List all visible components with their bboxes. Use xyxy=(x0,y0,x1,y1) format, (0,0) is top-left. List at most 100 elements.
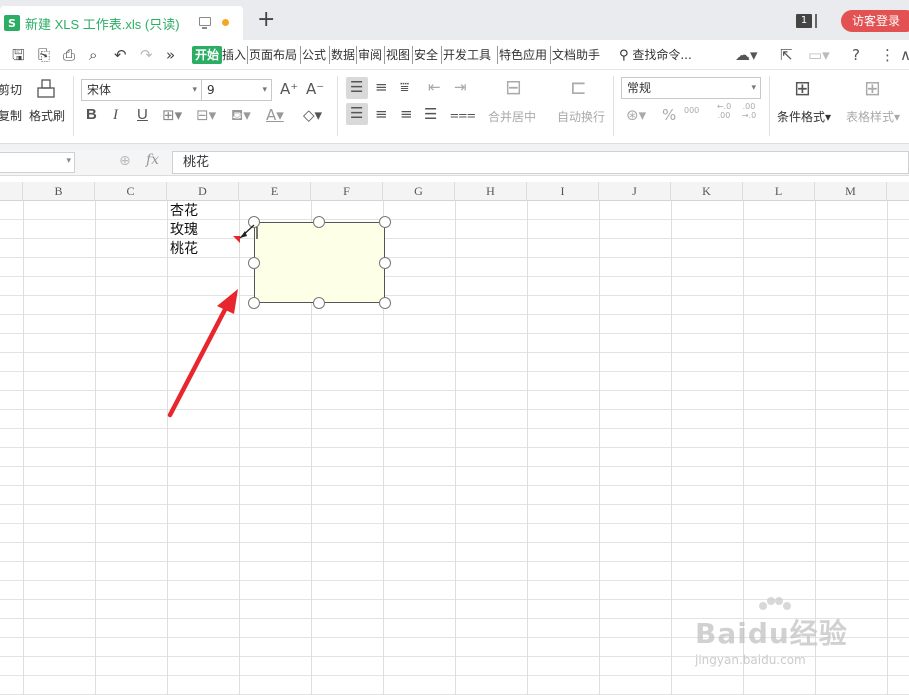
name-box[interactable]: ▾ xyxy=(0,152,75,173)
copy-button[interactable]: 复制 xyxy=(0,108,22,124)
window-list-icon[interactable] xyxy=(815,14,817,28)
tab-data[interactable]: 数据 xyxy=(329,46,355,64)
resize-handle[interactable] xyxy=(313,297,325,309)
export-pdf-icon[interactable]: ⎘ xyxy=(38,46,50,64)
font-size-select[interactable]: 9 ▾ xyxy=(201,79,272,101)
column-header-g[interactable]: G xyxy=(383,182,455,201)
merge-center-icon[interactable]: ⊟ xyxy=(505,77,522,97)
zoom-icon[interactable]: ⊕ xyxy=(119,153,131,169)
bold-button[interactable]: B xyxy=(86,106,97,124)
formula-input[interactable]: 桃花 xyxy=(172,151,909,174)
decrease-indent-icon[interactable]: ⇤ xyxy=(428,78,441,96)
redo-icon[interactable]: ↷ xyxy=(140,46,153,64)
save-icon[interactable]: 🖫 xyxy=(12,46,25,64)
currency-icon[interactable]: ⊛▾ xyxy=(626,106,646,124)
align-center-icon[interactable]: ≡ xyxy=(375,105,388,123)
visitor-login-button[interactable]: 访客登录 xyxy=(841,10,909,32)
format-painter-icon[interactable] xyxy=(36,78,56,100)
comment-box[interactable] xyxy=(254,222,385,303)
collapse-ribbon-icon[interactable]: ∧ xyxy=(900,45,909,65)
align-left-button[interactable]: ☰ xyxy=(346,103,368,125)
monitor-icon[interactable] xyxy=(199,17,211,29)
borders-icon[interactable]: ⊞▾ xyxy=(162,106,182,124)
column-header-e[interactable]: E xyxy=(239,182,311,201)
cell-d2[interactable]: 玫瑰 xyxy=(170,221,198,240)
clear-format-icon[interactable]: ◇▾ xyxy=(303,106,322,124)
table-style-button[interactable]: 表格样式▾ xyxy=(846,109,900,125)
cut-button[interactable]: 剪切 xyxy=(0,82,22,98)
column-header-m[interactable]: M xyxy=(815,182,887,201)
tab-home[interactable]: 开始 xyxy=(192,46,223,64)
column-header-k[interactable]: K xyxy=(671,182,743,201)
cell-d3[interactable]: 桃花 xyxy=(170,240,198,259)
tab-developer[interactable]: 开发工具 xyxy=(441,46,491,64)
underline-button[interactable]: U xyxy=(137,106,148,124)
italic-button[interactable]: I xyxy=(113,106,118,124)
table-style-icon[interactable]: ⊞ xyxy=(864,78,881,98)
increase-indent-icon[interactable]: ⇥ xyxy=(454,78,467,96)
distributed-align-icon[interactable]: ⩶ xyxy=(450,105,476,123)
cell-d1[interactable]: 杏花 xyxy=(170,202,198,221)
column-header-l[interactable]: L xyxy=(743,182,815,201)
resize-handle[interactable] xyxy=(248,297,260,309)
wrap-text-button[interactable]: 自动换行 xyxy=(557,109,605,125)
column-header-j[interactable]: J xyxy=(599,182,671,201)
tab-insert[interactable]: 插入 xyxy=(221,46,246,64)
conditional-format-button[interactable]: 条件格式▾ xyxy=(777,109,831,125)
merge-center-button[interactable]: 合并居中 xyxy=(488,109,536,125)
resize-handle[interactable] xyxy=(379,297,391,309)
tab-doc-assistant[interactable]: 文档助手 xyxy=(550,46,600,64)
justify-icon[interactable]: ☰ xyxy=(424,105,437,123)
find-command[interactable]: ⚲ 查找命令... xyxy=(619,46,692,65)
thousands-separator-button[interactable]: 000 xyxy=(684,102,699,120)
number-format-select[interactable]: 常规 ▾ xyxy=(621,77,761,99)
conditional-format-icon[interactable]: ⊞ xyxy=(794,78,811,98)
comment-panel-icon[interactable]: ▭▾ xyxy=(808,45,830,65)
tab-formulas[interactable]: 公式 xyxy=(300,46,326,64)
align-right-icon[interactable]: ≡ xyxy=(400,105,413,123)
wrap-text-icon[interactable]: ⊏ xyxy=(570,77,587,97)
window-count-badge[interactable]: 1 xyxy=(796,14,812,28)
help-icon[interactable]: ? xyxy=(852,45,860,65)
cloud-sync-icon[interactable]: ☁▾ xyxy=(735,45,758,65)
new-tab-button[interactable]: + xyxy=(257,8,275,32)
tab-view[interactable]: 视图 xyxy=(384,46,410,64)
insert-function-icon[interactable]: fx xyxy=(146,152,159,168)
resize-handle[interactable] xyxy=(248,257,260,269)
format-painter-button[interactable]: 格式刷 xyxy=(29,108,65,124)
resize-handle[interactable] xyxy=(379,257,391,269)
print-icon[interactable]: ⎙ xyxy=(63,46,75,64)
tab-review[interactable]: 审阅 xyxy=(356,46,382,64)
align-bottom-icon[interactable]: ⩸ xyxy=(400,78,409,96)
document-tab[interactable]: S 新建 XLS 工作表.xls (只读) xyxy=(0,6,243,40)
align-top-button[interactable]: ☰ xyxy=(346,77,368,99)
resize-handle[interactable] xyxy=(248,216,260,228)
cell-style-icon[interactable]: ⊟▾ xyxy=(196,106,216,124)
tab-security[interactable]: 安全 xyxy=(412,46,438,64)
tab-page-layout[interactable]: 页面布局 xyxy=(247,46,297,64)
column-header-h[interactable]: H xyxy=(455,182,527,201)
percent-button[interactable]: % xyxy=(662,106,676,124)
column-header-a[interactable] xyxy=(0,182,23,201)
resize-handle[interactable] xyxy=(313,216,325,228)
font-shrink-icon[interactable]: A⁻ xyxy=(306,80,324,98)
font-grow-icon[interactable]: A⁺ xyxy=(280,80,298,98)
column-header-d[interactable]: D xyxy=(167,182,239,201)
decimal-increase-button[interactable]: ←.0 .00 xyxy=(715,102,733,120)
column-header-c[interactable]: C xyxy=(95,182,167,201)
print-preview-icon[interactable]: ⌕ xyxy=(89,46,97,64)
column-header-i[interactable]: I xyxy=(527,182,599,201)
tab-special-apps[interactable]: 特色应用 xyxy=(497,46,547,64)
more-quick-access-icon[interactable]: » xyxy=(166,46,175,64)
font-name-select[interactable]: 宋体 ▾ xyxy=(81,79,202,101)
decimal-decrease-button[interactable]: .00 →.0 xyxy=(740,102,758,120)
share-icon[interactable]: ⇱ xyxy=(780,45,793,65)
align-middle-icon[interactable]: ≡ xyxy=(375,78,388,96)
column-header-f[interactable]: F xyxy=(311,182,383,201)
undo-icon[interactable]: ↶ xyxy=(114,46,127,64)
fill-color-icon[interactable]: ⛾▾ xyxy=(231,106,251,124)
column-header-b[interactable]: B xyxy=(23,182,95,201)
font-color-icon[interactable]: A▾ xyxy=(266,106,284,124)
resize-handle[interactable] xyxy=(379,216,391,228)
more-options-icon[interactable]: ⋮ xyxy=(880,45,895,65)
